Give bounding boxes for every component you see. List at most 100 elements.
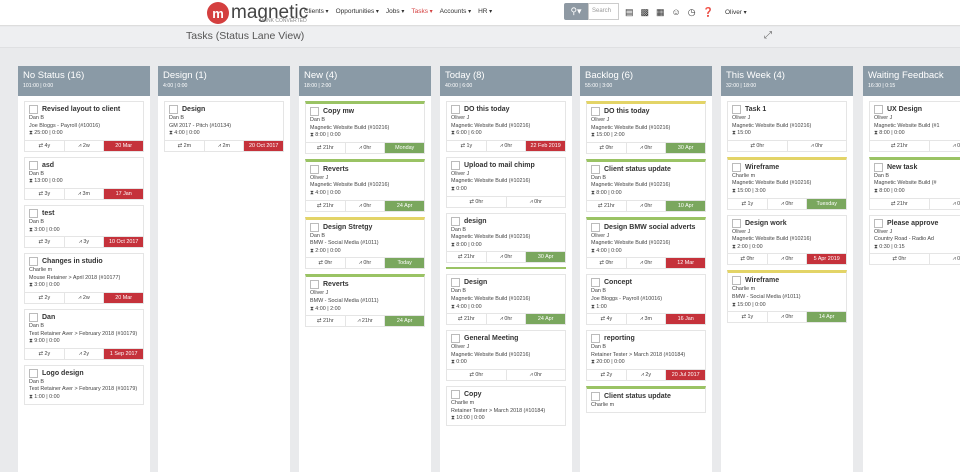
search-icon[interactable]: ⚲▾	[564, 3, 588, 20]
task-title[interactable]: Client status update	[604, 165, 671, 174]
task-card[interactable]: Task 1 Oliver J Magnetic Website Build (#1…	[727, 101, 847, 152]
expand-icon[interactable]: ⤢	[764, 30, 772, 41]
task-job[interactable]: Magnetic Website Build (#10216)	[591, 125, 701, 133]
task-job[interactable]: Magnetic Website Build (#10216)	[732, 123, 842, 131]
task-title[interactable]: Client status update	[604, 392, 671, 401]
task-card[interactable]: General Meeting Oliver J Magnetic Website …	[446, 330, 566, 381]
task-job[interactable]: Magnetic Website Build (#10216)	[451, 296, 561, 304]
task-checkbox[interactable]	[732, 162, 741, 172]
task-checkbox[interactable]	[451, 105, 460, 114]
task-card[interactable]: Client status update Charlie m	[586, 385, 706, 413]
task-checkbox[interactable]	[732, 105, 741, 114]
task-title[interactable]: Design work	[745, 219, 787, 228]
task-title[interactable]: Design Stretgy	[323, 223, 372, 232]
task-checkbox[interactable]	[874, 218, 883, 228]
task-card[interactable]: UX Design Oliver J Magnetic Website Build …	[869, 101, 960, 152]
task-checkbox[interactable]	[451, 389, 460, 399]
lane-header[interactable]: Today (8) 40:00 | 6:00	[440, 66, 572, 96]
due-date-badge[interactable]: 10 Oct 2017	[104, 237, 144, 248]
task-title[interactable]: asd	[42, 161, 54, 170]
task-title[interactable]: Dan	[42, 313, 55, 322]
due-date-badge[interactable]: 20 Mar	[104, 140, 144, 151]
task-checkbox[interactable]	[591, 222, 600, 232]
task-checkbox[interactable]	[591, 391, 600, 401]
task-title[interactable]: New task	[887, 163, 917, 172]
task-card[interactable]: Copy Charlie m Retainer Tester > March 201…	[446, 385, 566, 426]
task-job[interactable]: Test Retainer Aver > February 2018 (#101…	[29, 331, 139, 339]
task-checkbox[interactable]	[591, 107, 600, 116]
task-job[interactable]: Retainer Tester > March 2018 (#10184)	[451, 408, 561, 416]
task-checkbox[interactable]	[591, 278, 600, 288]
task-card[interactable]: asd Dan B ⧗ 13:00 | 0:00 ⇄ 3y ⩘ 3m 17 Jan	[24, 156, 144, 200]
task-checkbox[interactable]	[874, 162, 883, 172]
task-checkbox[interactable]	[451, 278, 460, 288]
task-job[interactable]: Country Road - Radio Ad	[874, 236, 960, 244]
lane-header[interactable]: Design (1) 4:00 | 0:00	[158, 66, 290, 96]
task-job[interactable]: Magnetic Website Build (#10216)	[451, 178, 561, 186]
smiley-icon[interactable]: ☺	[672, 7, 681, 17]
task-checkbox[interactable]	[591, 164, 600, 174]
task-card[interactable]: New task Dan B Magnetic Website Build (# ⧗ …	[869, 156, 960, 210]
lane-header[interactable]: Backlog (6) 55:00 | 3:00	[580, 66, 712, 96]
lane-header[interactable]: No Status (16) 101:00 | 0:00	[18, 66, 150, 96]
task-job[interactable]: Magnetic Website Build (#1	[874, 123, 960, 131]
task-title[interactable]: Wireframe	[745, 276, 779, 285]
task-title[interactable]: Wireframe	[745, 163, 779, 172]
task-card[interactable]: Dan Dan B Test Retainer Aver > February 20…	[24, 308, 144, 360]
due-date-badge[interactable]: 20 Mar	[104, 292, 144, 303]
task-checkbox[interactable]	[29, 368, 38, 378]
due-date-badge[interactable]: Today	[385, 258, 425, 269]
task-card[interactable]: DO this today Oliver J Magnetic Website Bu…	[586, 101, 706, 154]
task-job[interactable]: Magnetic Website Build (#10216)	[732, 236, 842, 244]
task-checkbox[interactable]	[29, 160, 38, 170]
due-date-badge[interactable]: 14 Apr	[807, 312, 847, 323]
task-job[interactable]: BMW - Social Media (#1011)	[310, 298, 420, 306]
task-checkbox[interactable]	[310, 222, 319, 232]
task-job[interactable]: Joe Bloggs - Payroll (#10016)	[591, 296, 701, 304]
due-date-badge[interactable]: 16 Jan	[666, 314, 706, 325]
clock-icon[interactable]: ◷	[688, 7, 696, 17]
task-job[interactable]: Magnetic Website Build (#10216)	[451, 123, 561, 131]
magnetic-logo[interactable]: m magnetic THINK CONVERTED	[207, 2, 308, 24]
task-card[interactable]: Revised layout to client Dan B Joe Bloggs …	[24, 101, 144, 152]
task-card[interactable]: Client status update Dan B Magnetic Websit…	[586, 158, 706, 212]
task-card[interactable]: Concept Dan B Joe Bloggs - Payroll (#10016…	[586, 274, 706, 326]
task-title[interactable]: Upload to mail chimp	[464, 161, 535, 170]
task-card[interactable]: design Dan B Magnetic Website Build (#1021…	[446, 212, 566, 264]
task-card[interactable]: reporting Dan B Retainer Tester > March 20…	[586, 330, 706, 381]
due-date-badge[interactable]: 5 Apr 2019	[807, 254, 847, 265]
due-date-badge[interactable]: 24 Apr	[385, 316, 425, 327]
lane-header[interactable]: Waiting Feedback 16:30 | 0:15	[863, 66, 960, 96]
task-checkbox[interactable]	[732, 218, 741, 228]
task-job[interactable]: Magnetic Website Build (#10216)	[451, 352, 561, 360]
task-card[interactable]: Logo design Dan B Test Retainer Aver > Feb…	[24, 364, 144, 405]
due-date-badge[interactable]: 30 Apr	[526, 252, 566, 263]
task-card[interactable]: DO this today Oliver J Magnetic Website Bu…	[446, 101, 566, 152]
task-card[interactable]: Design Stretgy Dan B BMW - Social Media (#…	[305, 216, 425, 270]
task-checkbox[interactable]	[29, 312, 38, 322]
task-job[interactable]: Retainer Tester > March 2018 (#10184)	[591, 352, 701, 360]
task-card[interactable]: Design Dan B Magnetic Website Build (#1021…	[446, 274, 566, 326]
task-title[interactable]: Copy	[464, 390, 482, 399]
task-card[interactable]: Reverts Oliver J BMW - Social Media (#1011…	[305, 274, 425, 328]
nav-hr[interactable]: HR	[478, 8, 492, 15]
calendar-icon[interactable]: ▦	[656, 7, 665, 17]
task-job[interactable]: Magnetic Website Build (#10216)	[732, 180, 842, 188]
nav-jobs[interactable]: Jobs	[386, 8, 404, 15]
task-title[interactable]: test	[42, 209, 54, 218]
task-job[interactable]: BMW - Social Media (#1011)	[310, 240, 420, 248]
task-job[interactable]: GM 2017 - Pitch (#10134)	[169, 123, 279, 131]
task-checkbox[interactable]	[169, 105, 178, 114]
nav-accounts[interactable]: Accounts	[440, 8, 471, 15]
due-date-badge[interactable]: 17 Jan	[104, 188, 144, 199]
due-date-badge[interactable]: 30 Apr	[666, 142, 706, 153]
due-date-badge[interactable]: 24 Apr	[526, 314, 566, 325]
task-title[interactable]: Design BMW social adverts	[604, 223, 695, 232]
task-checkbox[interactable]	[451, 160, 460, 170]
task-job[interactable]: Joe Bloggs - Payroll (#10016)	[29, 123, 139, 131]
task-card[interactable]: Wireframe Charlie m BMW - Social Media (#1…	[727, 270, 847, 324]
nav-tasks[interactable]: Tasks	[411, 8, 432, 15]
task-checkbox[interactable]	[874, 105, 883, 114]
task-job[interactable]: BMW - Social Media (#1011)	[732, 294, 842, 302]
task-title[interactable]: UX Design	[887, 105, 922, 114]
